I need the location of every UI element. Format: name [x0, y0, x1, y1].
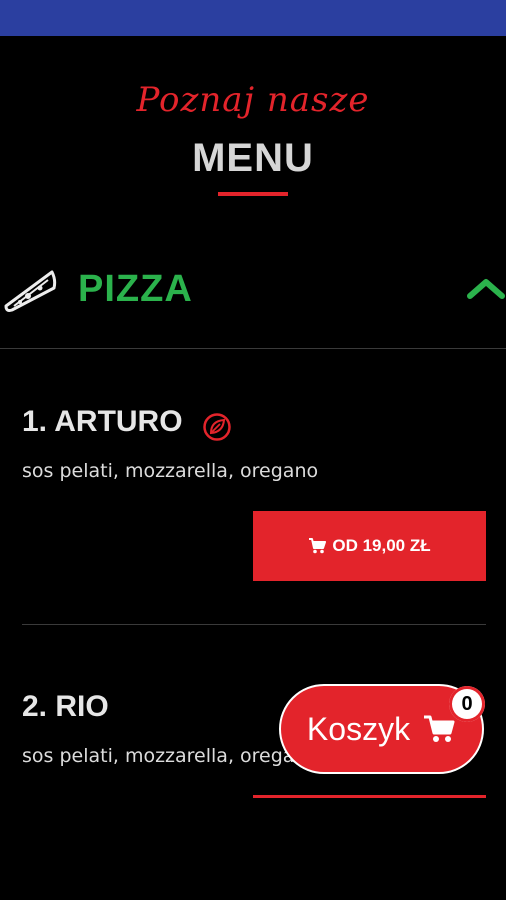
cart-icon [309, 538, 327, 554]
item-description: sos pelati, mozzarella, oregano [22, 745, 319, 767]
chevron-up-icon[interactable] [466, 276, 506, 300]
item-divider [22, 624, 486, 625]
item-description: sos pelati, mozzarella, oregano [22, 460, 319, 482]
add-to-cart-button[interactable]: OD 19,00 ZŁ [253, 511, 486, 581]
pizza-slice-icon [4, 270, 57, 312]
status-bar [0, 0, 506, 36]
item-name: 1. ARTURO [22, 405, 183, 438]
cart-label: Koszyk [306, 710, 411, 747]
price-label: OD 19,00 ZŁ [332, 536, 431, 555]
category-header-pizza[interactable]: PIZZA [0, 252, 506, 348]
title-underline [218, 192, 288, 196]
category-label: PIZZA [78, 268, 193, 310]
cart-icon [424, 715, 455, 742]
category-divider [0, 348, 506, 349]
cart-count-badge: 0 [449, 686, 485, 722]
page-title: MENU [192, 136, 314, 180]
item-name: 2. RIO [22, 690, 109, 723]
leaf-icon [203, 413, 231, 441]
script-title: Poznaj nasze [136, 80, 370, 120]
price-button-partial [253, 795, 486, 798]
